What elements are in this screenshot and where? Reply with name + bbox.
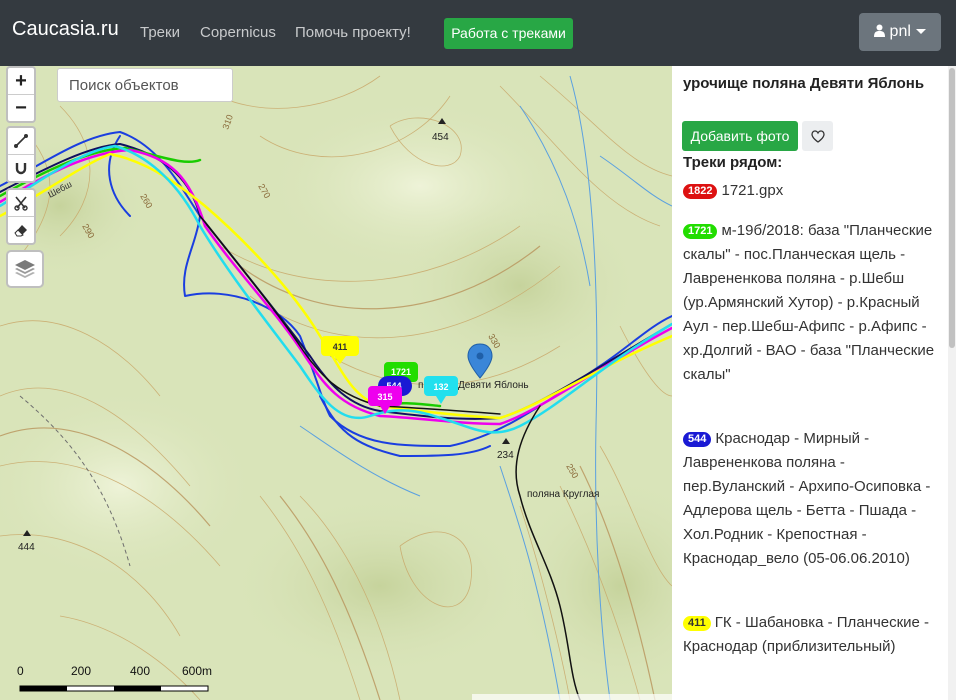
work-with-tracks-button[interactable]: Работа с треками	[444, 18, 573, 49]
track-title[interactable]: ГК - Шабановка - Планческие - Краснодар …	[683, 614, 929, 655]
track-title[interactable]: 1721.gpx	[721, 182, 783, 199]
nav-link-help-project[interactable]: Помочь проекту!	[295, 24, 411, 41]
layers-control[interactable]	[6, 250, 44, 288]
layers-icon	[15, 260, 35, 278]
favorite-button[interactable]	[802, 121, 833, 151]
elevation-444: 444	[18, 542, 35, 553]
top-navbar: Caucasia.ru Треки Copernicus Помочь прое…	[0, 0, 956, 66]
user-menu-button[interactable]: pnl	[859, 13, 941, 51]
svg-text:315: 315	[377, 392, 392, 402]
svg-text:132: 132	[433, 382, 448, 392]
track-title[interactable]: м-19б/2018: база "Планческие скалы" - по…	[683, 222, 934, 383]
panel-scrollbar[interactable]	[948, 66, 956, 700]
eraser-button[interactable]	[8, 216, 34, 243]
track-item-544[interactable]: 544 Краснодар - Мирный - Лаврененкова пол…	[683, 427, 945, 571]
track-badge: 1822	[683, 184, 718, 199]
map-view[interactable]: 454 234 444 поляна Круглая Девяти Яблонь…	[0, 66, 672, 700]
add-photo-button[interactable]: Добавить фото	[682, 121, 798, 151]
chevron-down-icon	[915, 29, 926, 35]
scale-label-0: 0	[17, 664, 24, 678]
place-label-kruglaya: поляна Круглая	[527, 489, 599, 500]
map-attribution	[472, 694, 672, 700]
scale-bar	[19, 685, 209, 692]
nav-link-copernicus[interactable]: Copernicus	[200, 24, 276, 41]
eraser-icon	[14, 225, 27, 237]
nearby-tracks-title: Треки рядом:	[683, 154, 783, 171]
track-item-411[interactable]: 411 ГК - Шабановка - Планческие - Краснод…	[683, 611, 945, 659]
track-title[interactable]: Краснодар - Мирный - Лаврененкова поляна…	[683, 430, 930, 567]
place-title: урочище поляна Девяти Яблонь	[683, 75, 925, 92]
track-item-1822[interactable]: 1822 1721.gpx	[683, 179, 945, 203]
scale-label-600: 600m	[182, 664, 213, 678]
track-badge: 411	[683, 616, 711, 631]
scissors-icon	[14, 196, 28, 211]
scrollbar-thumb[interactable]	[949, 68, 955, 348]
place-label-devyati: Девяти Яблонь	[458, 379, 529, 391]
place-label-prefix: п	[418, 380, 423, 391]
zoom-control: + −	[6, 66, 36, 123]
elevation-234: 234	[497, 450, 514, 461]
elevation-454: 454	[432, 132, 449, 143]
user-icon	[874, 24, 886, 37]
edit-tools	[6, 188, 36, 245]
zoom-in-button[interactable]: +	[8, 68, 34, 94]
draw-tools	[6, 126, 36, 183]
track-badge: 544	[683, 432, 712, 447]
track-badge: 1721	[683, 224, 718, 239]
zoom-out-button[interactable]: −	[8, 94, 34, 121]
scale-label-200: 200	[71, 664, 92, 678]
scale-label-400: 400	[130, 664, 151, 678]
heart-icon	[810, 129, 825, 143]
magnet-icon	[15, 163, 27, 175]
line-icon	[14, 134, 28, 148]
draw-line-button[interactable]	[8, 128, 34, 154]
track-item-1721[interactable]: 1721 м-19б/2018: база "Планческие скалы" …	[683, 219, 945, 387]
map-search-input[interactable]	[57, 68, 233, 102]
topo-map-canvas[interactable]: 454 234 444 поляна Круглая Девяти Яблонь…	[0, 66, 672, 700]
svg-text:411: 411	[333, 342, 348, 352]
svg-text:1721: 1721	[391, 367, 411, 377]
info-panel: урочище поляна Девяти Яблонь Добавить фо…	[672, 66, 956, 700]
brand-logo[interactable]: Caucasia.ru	[12, 18, 119, 41]
magnet-button[interactable]	[8, 154, 34, 181]
user-name: pnl	[889, 23, 911, 40]
nav-link-tracks[interactable]: Треки	[140, 24, 180, 41]
cut-button[interactable]	[8, 190, 34, 216]
